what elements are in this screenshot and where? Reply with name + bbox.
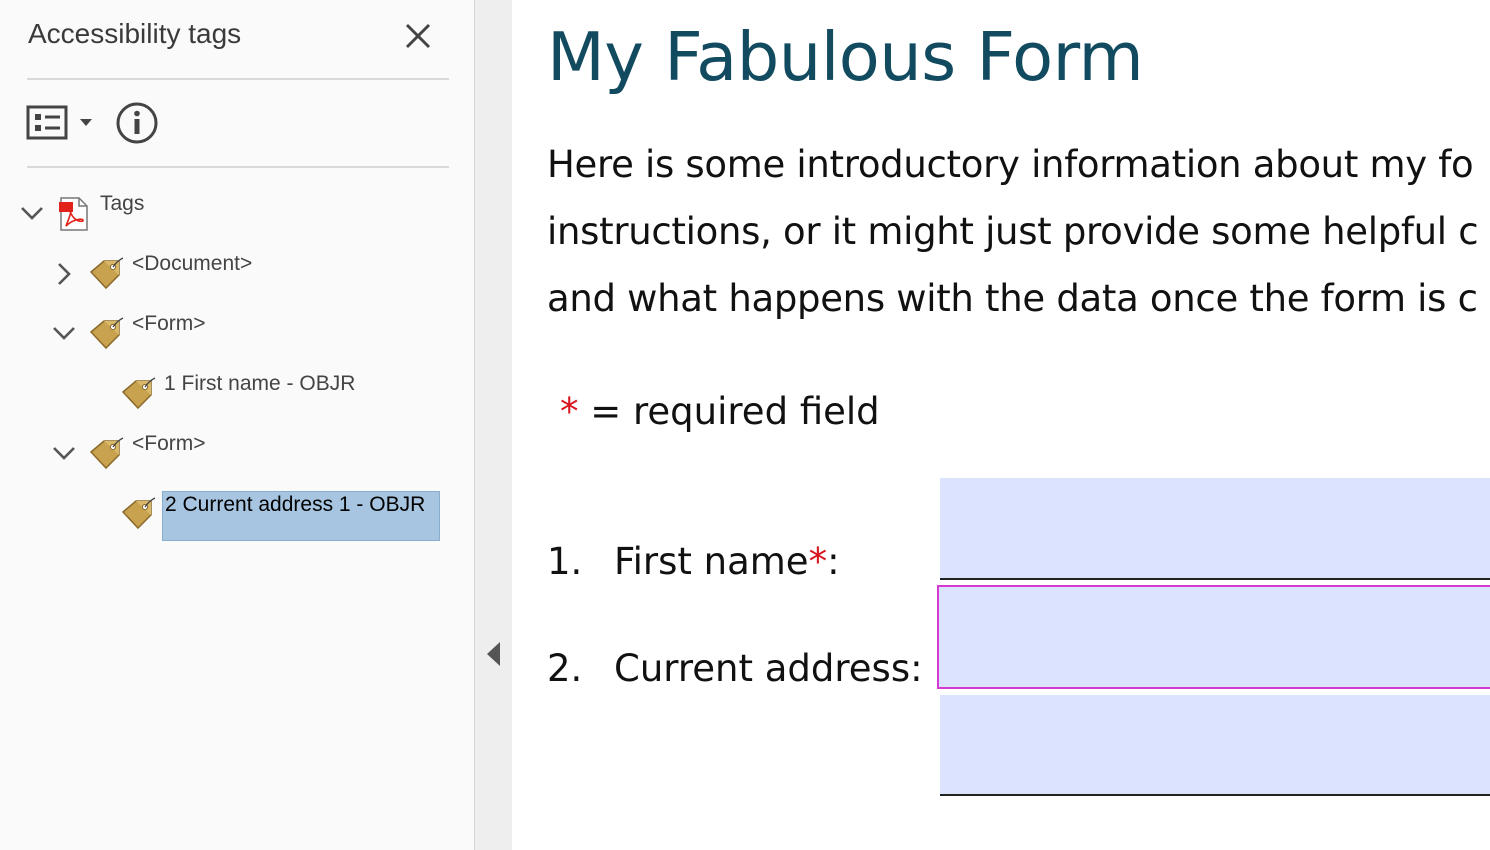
tree-item-document[interactable]: <Document> [132, 252, 252, 276]
tree-item-current-address-objr-selected[interactable]: 2 Current address 1 - OBJR [162, 491, 440, 541]
expand-form-chevron-icon[interactable] [51, 320, 77, 346]
panel-divider [27, 78, 449, 80]
tree-item-form[interactable]: <Form> [132, 432, 206, 456]
accessibility-tags-panel: Accessibility tags Tags <Document> <Form… [0, 0, 475, 850]
document-page: My Fabulous Form Here is some introducto… [512, 0, 1490, 850]
required-star: * [560, 390, 579, 433]
expand-form-chevron-icon[interactable] [51, 440, 77, 466]
intro-line-1: Here is some introductory information ab… [547, 143, 1474, 186]
pdf-icon [58, 196, 94, 232]
intro-line-3: and what happens with the data once the … [547, 277, 1478, 320]
panel-title: Accessibility tags [28, 18, 242, 49]
form-title: My Fabulous Form [547, 18, 1144, 96]
required-note-text: = required field [578, 390, 880, 433]
close-icon [405, 23, 431, 49]
tag-icon [120, 375, 156, 411]
tag-icon [88, 315, 124, 351]
tag-icon [120, 495, 156, 531]
current-address-line-2-field[interactable] [940, 695, 1490, 795]
tree-item-first-name-objr[interactable]: 1 First name - OBJR [164, 372, 355, 396]
info-button[interactable] [115, 101, 159, 150]
expand-document-chevron-icon[interactable] [51, 261, 77, 287]
collapse-panel-arrow-icon[interactable] [487, 642, 500, 666]
current-address-label: Current address: [614, 647, 923, 690]
info-icon [116, 102, 158, 144]
tag-icon [88, 255, 124, 291]
list-options-icon [26, 105, 92, 140]
close-panel-button[interactable] [400, 18, 436, 54]
first-name-label: First name*: [614, 540, 840, 583]
first-name-label-text: First name [614, 540, 809, 583]
required-field-note: * = required field [560, 390, 880, 433]
first-name-field[interactable] [940, 478, 1490, 580]
panel-divider [27, 166, 449, 168]
tree-item-tags[interactable]: Tags [100, 192, 144, 216]
question-number: 1. [547, 540, 583, 583]
tag-icon [88, 435, 124, 471]
required-star: * [808, 540, 828, 583]
label-colon: : [827, 540, 840, 583]
options-menu-button[interactable] [26, 104, 98, 147]
question-number: 2. [547, 647, 583, 690]
current-address-underline [940, 794, 1490, 796]
intro-line-2: instructions, or it might just provide s… [547, 210, 1479, 253]
panel-splitter[interactable] [475, 0, 512, 850]
expand-tags-chevron-icon[interactable] [19, 200, 45, 226]
current-address-line-1-field[interactable] [937, 585, 1490, 689]
first-name-underline [940, 578, 1490, 580]
tree-item-form[interactable]: <Form> [132, 312, 206, 336]
